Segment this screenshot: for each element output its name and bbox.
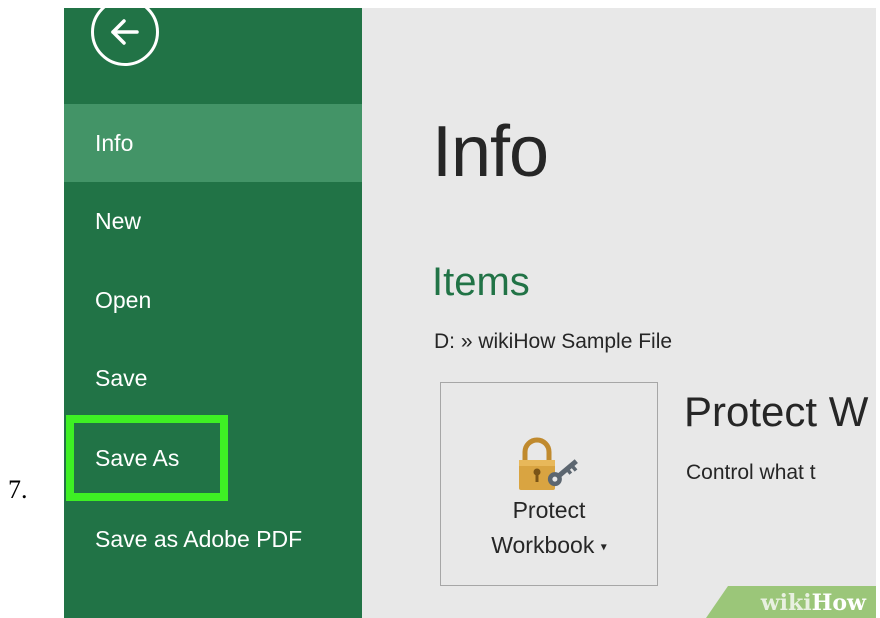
protect-label-line2: Workbook bbox=[491, 532, 595, 558]
section-title: Items bbox=[432, 260, 530, 304]
page-title: Info bbox=[432, 112, 549, 192]
watermark-part2: How bbox=[811, 590, 866, 616]
protect-workbook-heading: Protect W bbox=[684, 388, 869, 435]
file-path: D: » wikiHow Sample File bbox=[434, 330, 673, 353]
back-button[interactable] bbox=[91, 8, 159, 66]
wikihow-watermark: wikiHow bbox=[706, 586, 876, 618]
menu-item-label: Info bbox=[95, 129, 134, 156]
menu-item-save-as[interactable]: Save As bbox=[64, 419, 362, 497]
menu-item-label: New bbox=[95, 207, 142, 234]
menu-item-label: Save As bbox=[95, 444, 180, 471]
back-arrow-icon bbox=[111, 19, 139, 45]
menu-item-label: Save as Adobe PDF bbox=[95, 526, 303, 552]
step-number: 7. bbox=[8, 475, 28, 504]
protect-workbook-button[interactable]: Protect Workbook ▾ bbox=[440, 382, 658, 586]
menu-item-label: Open bbox=[95, 286, 152, 313]
watermark-part1: wiki bbox=[760, 590, 812, 616]
protect-workbook-label: Protect Workbook ▾ bbox=[441, 493, 657, 564]
info-pane: Info Items D: » wikiHow Sample File Prot… bbox=[362, 8, 876, 618]
menu-item-info[interactable]: Info bbox=[64, 104, 362, 182]
menu-item-label: Save bbox=[95, 364, 148, 391]
menu-item-save-as-adobe-pdf[interactable]: Save as Adobe PDF bbox=[64, 513, 362, 607]
lock-key-icon bbox=[519, 437, 578, 490]
protect-label-line1: Protect bbox=[512, 497, 586, 523]
watermark-text: wikiHow bbox=[761, 590, 866, 616]
menu-item-open[interactable]: Open bbox=[64, 261, 362, 339]
chevron-down-icon: ▾ bbox=[600, 539, 607, 554]
backstage-sidebar: Info New Open Save Save As Save as Adobe… bbox=[64, 8, 362, 618]
menu-item-new[interactable]: New bbox=[64, 182, 362, 260]
excel-backstage-screenshot: Info New Open Save Save As Save as Adobe… bbox=[64, 8, 876, 618]
menu-item-save[interactable]: Save bbox=[64, 339, 362, 417]
protect-workbook-description: Control what t bbox=[686, 461, 816, 484]
